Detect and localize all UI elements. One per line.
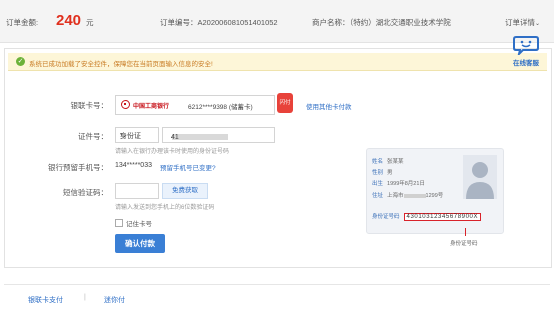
masked-address xyxy=(403,193,426,198)
callout-caption: 身份证号码 xyxy=(450,241,478,247)
check-icon: ✓ xyxy=(16,57,25,66)
chat-face-icon xyxy=(513,36,539,55)
callout-line xyxy=(465,228,466,236)
id-type-select[interactable]: 身份证 ▾ xyxy=(115,127,159,143)
payment-method-tabs: 银联卡支付 | 迷你付 xyxy=(4,290,550,308)
card-number: 6212****9398 (储蓄卡) xyxy=(188,104,253,111)
gender-value: 男 xyxy=(387,170,393,176)
sms-label: 短信验证码： xyxy=(63,188,108,197)
get-sms-code-button[interactable]: 免费获取 xyxy=(162,183,208,199)
online-service-label: 在线客服 xyxy=(513,60,539,67)
quickpass-badge: 闪付 xyxy=(277,93,293,113)
address-suffix: 1299号 xyxy=(425,193,444,199)
use-other-card-link[interactable]: 使用其他卡付款 xyxy=(306,101,352,111)
phone-number: 134*****033 xyxy=(115,162,152,169)
divider xyxy=(4,284,550,285)
tab-separator: | xyxy=(84,294,86,301)
order-summary-bar: 订单金额: 240 元 订单编号：A20200608105140105​2 商户… xyxy=(0,0,554,43)
chevron-down-icon: ▾ xyxy=(120,132,124,138)
bank-name: 中国工商银行 xyxy=(133,104,170,110)
id-suffix: 41 xyxy=(171,134,179,141)
birth-value: 1999年8月21日 xyxy=(387,181,425,187)
amount-label: 订单金额: xyxy=(6,18,39,27)
portrait-icon xyxy=(463,155,497,199)
security-notice: ✓ 系统已成功加载了安全控件，保障您在当前页面输入信息的安全! xyxy=(8,53,547,71)
amount-unit: 元 xyxy=(86,18,94,27)
phone-label: 银行预留手机号： xyxy=(48,163,108,172)
chevron-down-icon: ⌄ xyxy=(535,21,541,27)
name-value: 张某某 xyxy=(387,159,404,165)
idnum-value: 430103123456789​00X xyxy=(403,213,482,221)
address-prefix: 上海市 xyxy=(387,193,404,199)
name-key: 姓名 xyxy=(372,159,384,165)
merchant-name: 商户名称：（特约）湖北交通职业技术学院 xyxy=(312,18,451,27)
card-selector[interactable]: 中国工商银行 6212****9398 (储蓄卡) xyxy=(115,95,275,115)
card-number-label: 银联卡号： xyxy=(70,101,109,110)
id-card-sample: 姓名 张某某 性别男 出生 1999年8月21日 住址 上海市 1299号 身份证号码 4… xyxy=(366,148,504,234)
tab-unionpay-card[interactable]: 银联卡支付 xyxy=(28,295,63,305)
sms-code-input[interactable] xyxy=(115,183,159,199)
security-notice-text: 系统已成功加载了安全控件，保障您在当前页面输入信息的安全! xyxy=(29,61,213,68)
confirm-payment-button[interactable]: 确认付款 xyxy=(115,234,165,253)
address-key: 住址 xyxy=(372,193,384,199)
online-service-button[interactable]: 在线客服 xyxy=(506,35,546,67)
gender-key: 性别 xyxy=(372,170,384,176)
checkbox-icon xyxy=(115,219,123,227)
order-detail-link[interactable]: 订单详情⌄ xyxy=(505,17,540,28)
id-label: 证件号： xyxy=(78,132,108,141)
icbc-logo-icon xyxy=(121,100,130,109)
id-hint: 请输入在银行办理该卡时使用的身份证号码 xyxy=(115,149,230,155)
order-detail-label: 订单详情 xyxy=(505,18,535,27)
tab-mini-pay[interactable]: 迷你付 xyxy=(104,295,125,305)
order-number: 订单编号：A20200608105140105​2 xyxy=(160,18,278,27)
sms-hint: 请输入发送到您手机上的6位数验证码 xyxy=(115,205,215,211)
id-number-input[interactable]: 42041 xyxy=(162,127,275,143)
remember-card-label: 记住卡号 xyxy=(126,221,152,228)
phone-changed-link[interactable]: 预留手机号已变更? xyxy=(160,162,216,172)
idnum-key: 身份证号码 xyxy=(372,214,400,220)
masked-digits xyxy=(172,134,228,140)
amount-value: 240 xyxy=(56,12,82,29)
remember-card-checkbox[interactable]: 记住卡号 xyxy=(115,218,152,228)
birth-key: 出生 xyxy=(372,181,384,187)
